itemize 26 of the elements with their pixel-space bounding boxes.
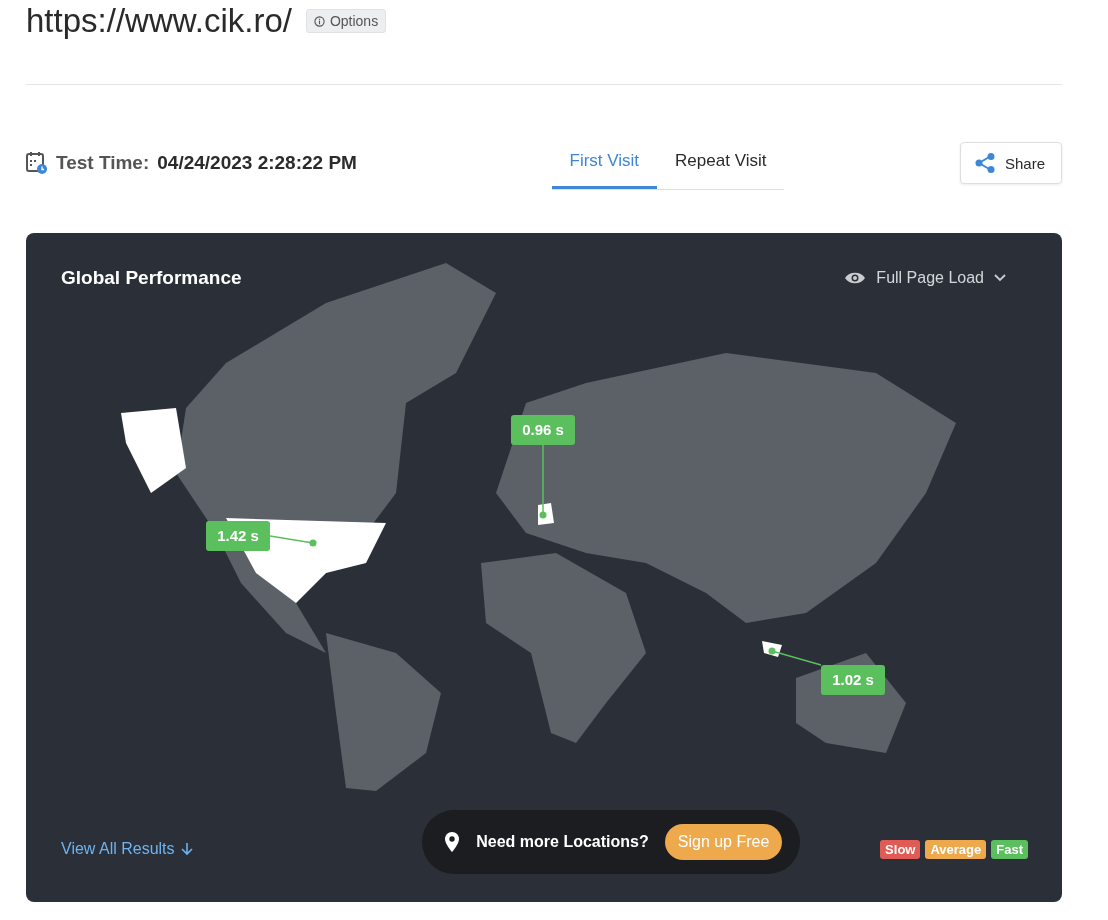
metric-dropdown[interactable]: Full Page Load [838,268,1012,288]
chevron-down-icon [994,274,1006,282]
load-time-label: 1.42 s [206,521,270,551]
load-time-label: 1.02 s [821,665,885,695]
promo-text: Need more Locations? [476,833,649,851]
share-button[interactable]: Share [959,142,1062,184]
share-icon [973,152,996,174]
test-time-label: Test Time: [56,152,150,174]
page-url: https://www.cik.ro/ [26,1,292,41]
arrow-down-icon [180,842,193,856]
legend-tag: Slow [880,839,921,859]
view-all-results-link[interactable]: View All Results [61,840,193,858]
calendar-clock-icon [26,151,48,175]
leader-line [768,647,822,666]
options-button[interactable]: Options [305,9,387,33]
test-time-value: 04/24/2023 2:28:22 PM [157,152,357,174]
info-icon [313,15,325,27]
legend-tag: Average [925,839,987,859]
card-title: Global Performance [61,267,242,289]
location-pin-icon [444,831,461,853]
load-time-label: 0.96 s [511,415,575,445]
eye-icon [844,271,867,285]
visit-tab[interactable]: First Visit [551,136,658,189]
visit-tab[interactable]: Repeat Visit [657,136,785,189]
leader-line [269,535,317,547]
legend-tag: Fast [991,839,1028,859]
